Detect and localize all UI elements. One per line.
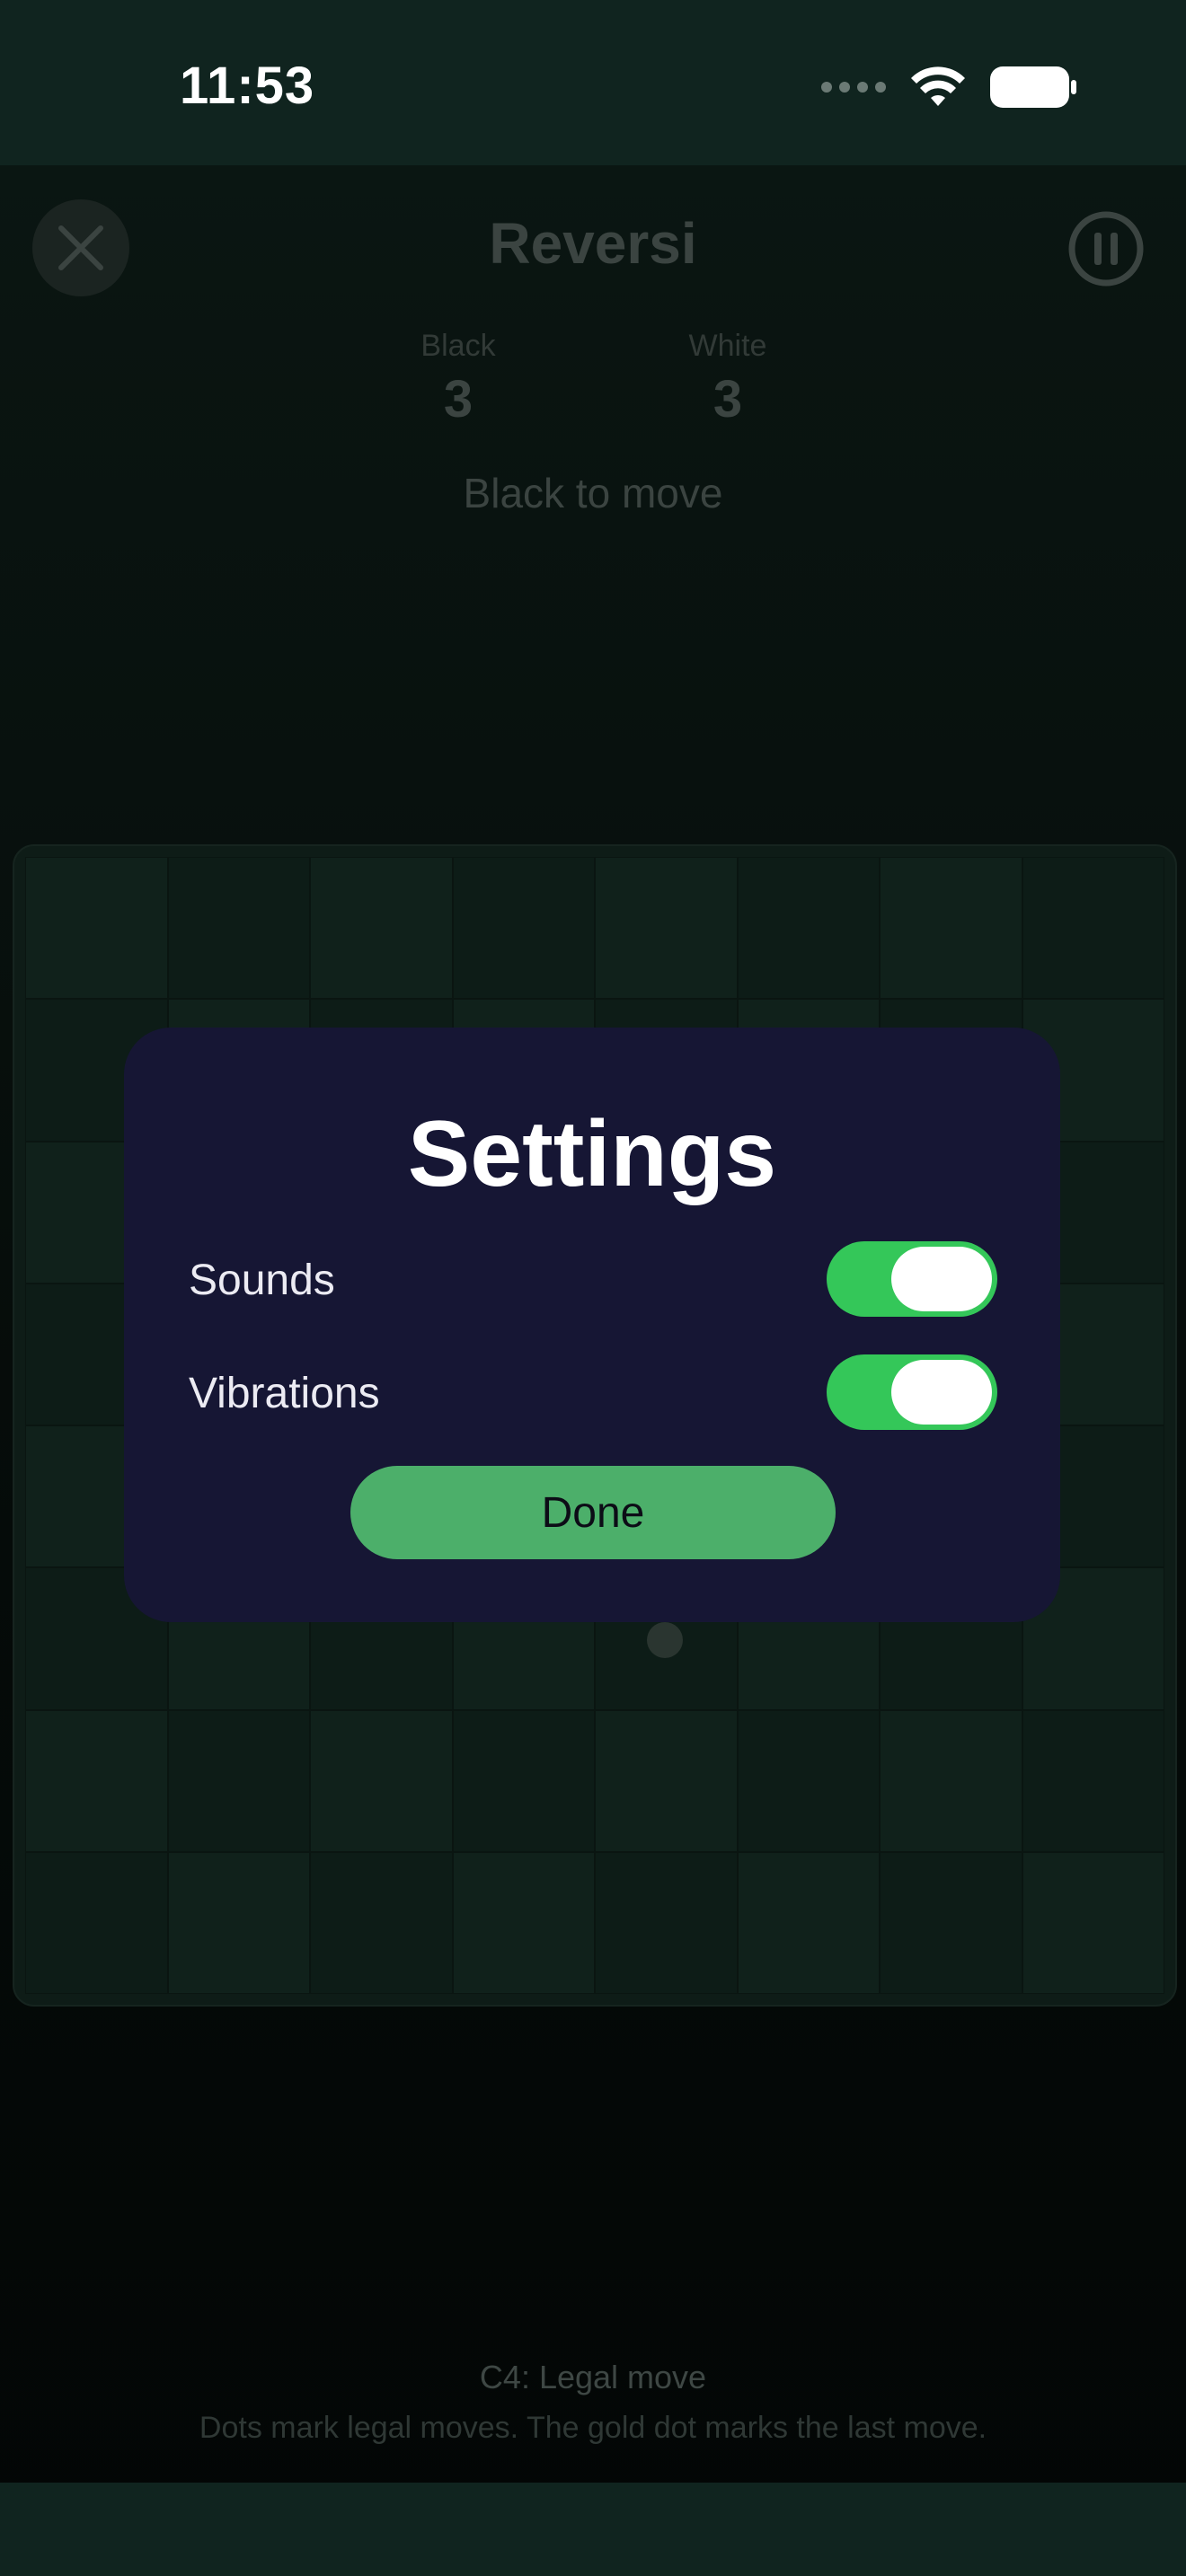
board-cell[interactable]	[452, 1851, 595, 1994]
board-cell[interactable]	[310, 1851, 453, 1994]
legal-move-dot[interactable]	[647, 1622, 683, 1658]
score-panel: Black 3 White 3	[0, 329, 1186, 446]
board-cell[interactable]	[25, 1709, 168, 1852]
status-time: 11:53	[180, 57, 315, 115]
board-cell[interactable]	[880, 857, 1022, 1000]
board-cell[interactable]	[1022, 1709, 1164, 1852]
board-cell[interactable]	[595, 1709, 738, 1852]
turn-indicator: Black to move	[463, 470, 723, 516]
status-bar: 11:53	[0, 0, 1186, 165]
toggle-knob	[891, 1360, 992, 1425]
board-cell[interactable]	[452, 1709, 595, 1852]
board-cell[interactable]	[25, 1851, 168, 1994]
white-score-label: White	[688, 329, 767, 363]
board-cell[interactable]	[880, 1851, 1022, 1994]
white-score: White 3	[638, 329, 818, 429]
done-button[interactable]: Done	[350, 1466, 836, 1559]
board-cell[interactable]	[167, 1851, 310, 1994]
board-cell[interactable]	[1022, 1851, 1164, 1994]
board-cell[interactable]	[880, 1709, 1022, 1852]
board-cell[interactable]	[737, 1851, 880, 1994]
board-cell[interactable]	[310, 1709, 453, 1852]
board-cell[interactable]	[310, 857, 453, 1000]
board-hint: Dots mark legal moves. The gold dot mark…	[199, 2411, 987, 2445]
board-cell[interactable]	[737, 1709, 880, 1852]
board-cell[interactable]	[595, 857, 738, 1000]
black-score-label: Black	[420, 329, 496, 363]
vibrations-toggle[interactable]	[827, 1354, 997, 1430]
page-title: Reversi	[489, 211, 697, 276]
black-score-value: 3	[443, 370, 474, 428]
toggle-knob	[891, 1247, 992, 1311]
board-cell[interactable]	[452, 857, 595, 1000]
vibrations-row: Vibrations	[189, 1351, 997, 1432]
sounds-label: Sounds	[189, 1257, 335, 1304]
vibrations-label: Vibrations	[189, 1370, 380, 1417]
wifi-icon	[911, 66, 965, 106]
board-cell[interactable]	[1022, 857, 1164, 1000]
board-cell[interactable]	[25, 857, 168, 1000]
white-score-value: 3	[712, 370, 743, 428]
settings-title: Settings	[407, 1102, 777, 1206]
sounds-row: Sounds	[189, 1238, 997, 1319]
board-cell[interactable]	[167, 857, 310, 1000]
pause-icon	[1068, 211, 1144, 287]
pause-button[interactable]	[1066, 208, 1146, 289]
last-move-status: C4: Legal move	[479, 2359, 707, 2395]
board-cell[interactable]	[167, 1709, 310, 1852]
bottom-bar	[0, 2483, 1186, 2576]
settings-modal: Settings Sounds Vibrations Done	[124, 1028, 1060, 1622]
black-score: Black 3	[368, 329, 548, 429]
board-cell[interactable]	[737, 857, 880, 1000]
cellular-signal-icon	[821, 82, 886, 93]
status-icons	[821, 65, 1078, 110]
sounds-toggle[interactable]	[827, 1241, 997, 1317]
battery-icon	[990, 66, 1076, 108]
board-cell[interactable]	[595, 1851, 738, 1994]
